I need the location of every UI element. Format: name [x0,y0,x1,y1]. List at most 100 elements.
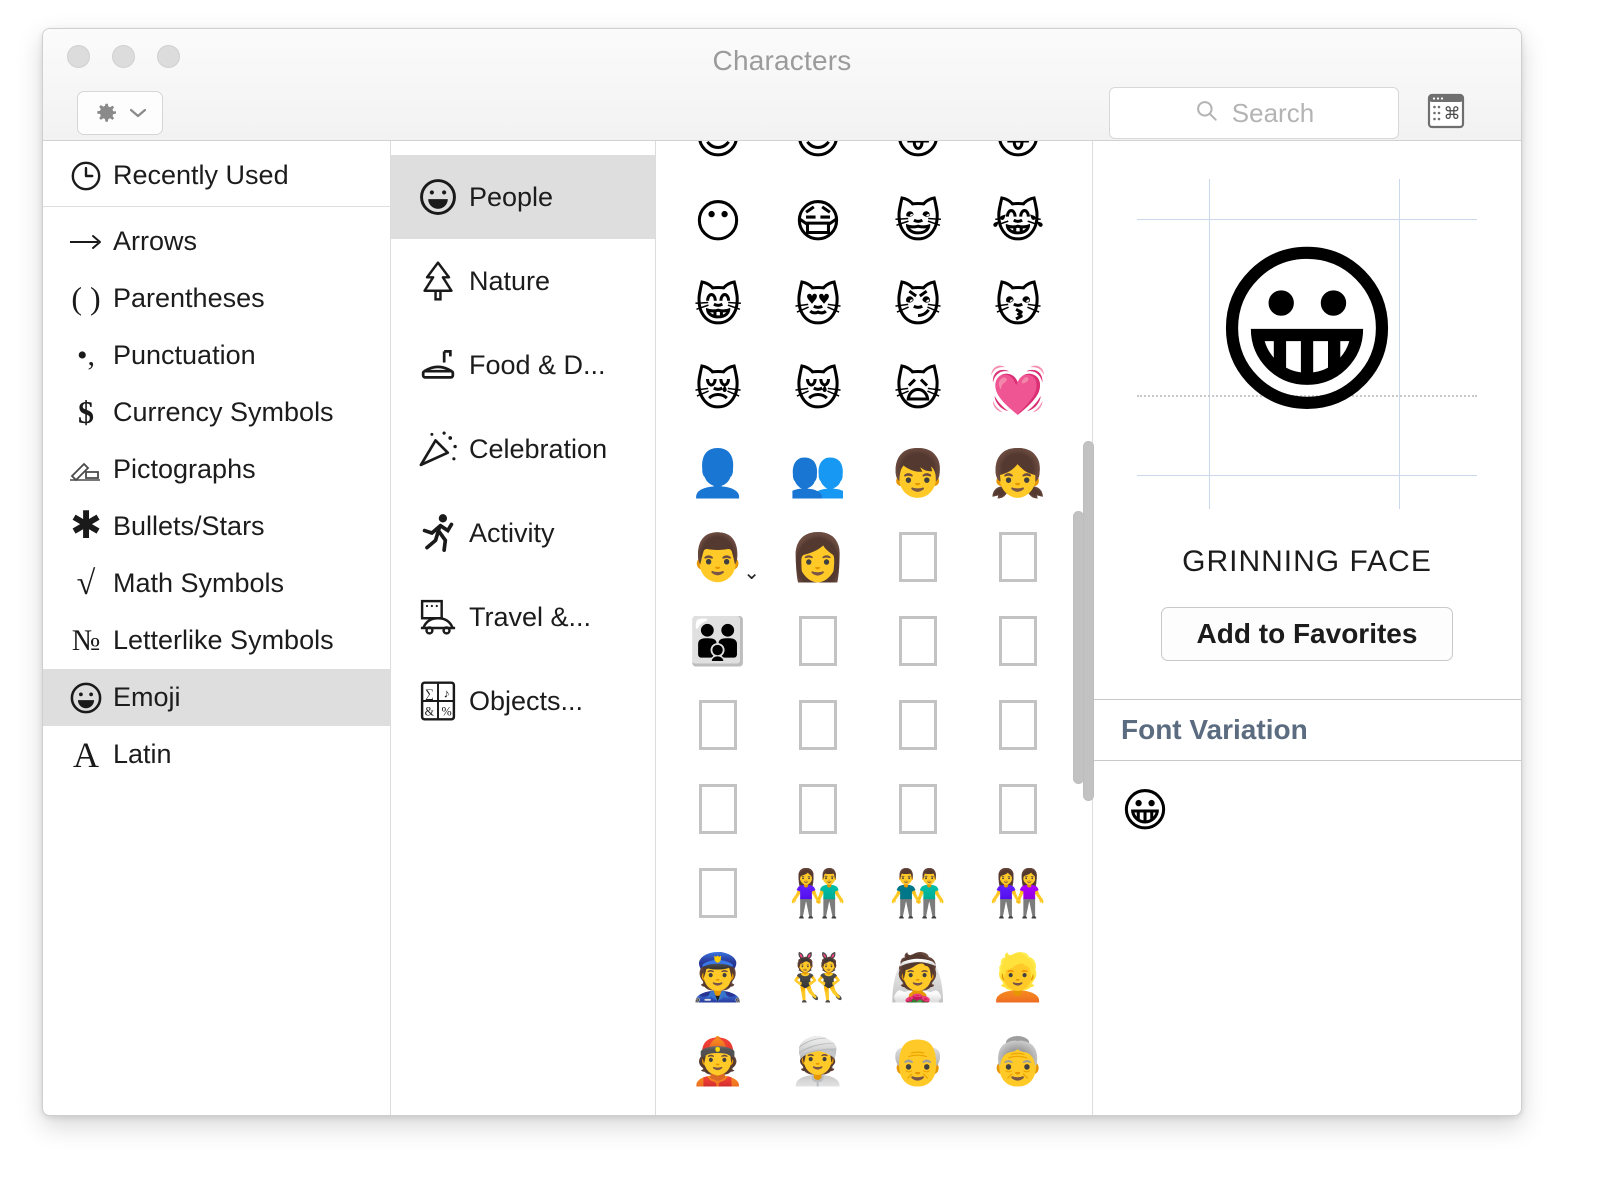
beating-heart-glyph: 💓 [989,363,1047,415]
emoji-cell[interactable]: 👦 [868,431,968,515]
sidebar-item-letterlike-symbols[interactable]: № Letterlike Symbols [43,612,390,669]
missing-glyph-box [899,784,937,834]
missing-glyph-box [799,700,837,750]
party-popper-icon [407,428,469,470]
emoji-cell[interactable]: 👨 ⌄ [668,515,768,599]
emoji-cell[interactable]: 👳 [768,1019,868,1103]
emoji-cell-missing[interactable] [868,599,968,683]
evergreen-tree-icon [407,259,469,303]
sidebar-item-label: Pictographs [113,454,256,484]
person-wearing-turban-glyph: 👳 [789,1035,847,1087]
emoji-cell[interactable]: 😹 [968,179,1068,263]
category-nature[interactable]: Nature [391,239,655,323]
category-objects-and-symbols[interactable]: ∑ ♪ & % Objects... [391,659,655,743]
emoji-cell[interactable]: 👵 [968,1019,1068,1103]
emoji-cell[interactable]: 😝 [968,141,1068,179]
emoji-cell[interactable]: 😌 [768,141,868,179]
emoji-grid[interactable]: 😊 😌 😛 😝 😶 😷 😺 😹 😸 😻 😼 😽 😿 😿 🙀 💓 👤 👥 👦 👧 👨⌄ 👩 👪 👫 👬 👭 👮 👯 👰 👱 👲 👳 👴 👵 [656,141,1092,1103]
emoji-cell[interactable]: 👥 [768,431,868,515]
sidebar-item-math-symbols[interactable]: √ Math Symbols [43,555,390,612]
emoji-cell[interactable]: 👯 [768,935,868,1019]
emoji-cell[interactable]: 👰 [868,935,968,1019]
emoji-cell[interactable]: 💓 [968,347,1068,431]
glyph-metrics-box: 😀 [1137,179,1477,509]
emoji-cell[interactable]: 👫 [768,851,868,935]
emoji-cell[interactable]: 😶 [668,179,768,263]
radical-icon: √ [76,564,96,602]
emoji-cell-missing[interactable] [968,683,1068,767]
emoji-cell[interactable]: 👴 [868,1019,968,1103]
emoji-cell[interactable]: 👱 [968,935,1068,1019]
category-travel-and-places[interactable]: Travel &... [391,575,655,659]
sidebar-item-label: Recently Used [113,160,289,190]
emoji-cell[interactable]: 😼 [868,263,968,347]
busts-in-silhouette-glyph: 👥 [789,447,847,499]
input-sources-panel-button[interactable]: ⌘ [1423,91,1469,135]
chevron-down-icon[interactable]: ⌄ [743,563,760,583]
category-label: Travel &... [469,601,592,632]
emoji-cell[interactable]: 👧 [968,431,1068,515]
emoji-cell[interactable]: 👬 [868,851,968,935]
emoji-cell[interactable]: 👮 [668,935,768,1019]
search-placeholder: Search [1231,97,1315,128]
old-woman-glyph: 👵 [989,1035,1047,1087]
bust-in-silhouette-glyph: 👤 [689,447,747,499]
emoji-cell-missing[interactable] [968,767,1068,851]
emoji-cell[interactable]: 👲 [668,1019,768,1103]
emoji-cell[interactable]: 👪 [668,599,768,683]
sidebar-item-label: Emoji [113,682,181,712]
missing-glyph-box [799,616,837,666]
face-with-medical-mask-glyph: 😷 [794,195,842,247]
emoji-cell-missing[interactable] [668,683,768,767]
sidebar-item-arrows[interactable]: Arrows [43,213,390,270]
gear-menu-button[interactable] [77,91,163,135]
category-activity[interactable]: Activity [391,491,655,575]
emoji-cell-missing[interactable] [768,767,868,851]
emoji-cell[interactable]: 😽 [968,263,1068,347]
category-celebration[interactable]: Celebration [391,407,655,491]
emoji-cell-missing[interactable] [768,599,868,683]
boy-glyph: 👦 [889,447,947,499]
emoji-cell-missing[interactable] [768,683,868,767]
emoji-cell-missing[interactable] [968,515,1068,599]
emoji-cell[interactable]: 😻 [768,263,868,347]
category-people[interactable]: People [391,155,655,239]
sidebar-item-parentheses[interactable]: ( ) Parentheses [43,270,390,327]
add-to-favorites-button[interactable]: Add to Favorites [1161,607,1453,661]
sidebar-item-currency-symbols[interactable]: $ Currency Symbols [43,384,390,441]
sidebar-item-pictographs[interactable]: Pictographs [43,441,390,498]
search-input[interactable]: Search [1109,87,1399,139]
emoji-cell[interactable]: 😿 [768,347,868,431]
emoji-cell[interactable]: 👭 [968,851,1068,935]
sidebar-item-punctuation[interactable]: •, Punctuation [43,327,390,384]
emoji-cell[interactable]: 👩 [768,515,868,599]
screen: Characters Search ⌘ Recently Used Arrows… [0,0,1600,1192]
character-preview-panel: 😀 GRINNING FACE Add to Favorites Font Va… [1083,141,1521,1115]
emoji-cell-missing[interactable] [868,767,968,851]
sidebar-item-bullets-stars[interactable]: ✱ Bullets/Stars [43,498,390,555]
sidebar-item-label: Punctuation [113,340,256,370]
category-food-and-drink[interactable]: Food & D... [391,323,655,407]
emoji-cell[interactable]: 👤 [668,431,768,515]
emoji-cell-missing[interactable] [868,515,968,599]
emoji-cell-missing[interactable] [668,767,768,851]
emoji-cell[interactable]: 😊 [668,141,768,179]
emoji-cell[interactable]: 😷 [768,179,868,263]
emoji-cell-missing[interactable] [968,599,1068,683]
emoji-cell[interactable]: 🙀 [868,347,968,431]
category-label: Nature [469,265,551,296]
keyboard-panel-icon: ⌘ [1426,92,1466,135]
font-variation-item[interactable]: 😀 [1121,784,1169,836]
svg-text:∑: ∑ [425,686,434,700]
emoji-cell[interactable]: 😸 [668,263,768,347]
sidebar-item-recently-used[interactable]: Recently Used [43,147,390,204]
weary-cat-glyph: 🙀 [894,363,942,415]
emoji-cell-missing[interactable] [868,683,968,767]
emoji-cell[interactable]: 😛 [868,141,968,179]
emoji-cell[interactable]: 😿 [668,347,768,431]
sidebar-item-latin[interactable]: A Latin [43,726,390,783]
sidebar-item-emoji[interactable]: Emoji [43,669,390,726]
character-name: GRINNING FACE [1182,545,1432,578]
emoji-cell-missing[interactable] [668,851,768,935]
emoji-cell[interactable]: 😺 [868,179,968,263]
